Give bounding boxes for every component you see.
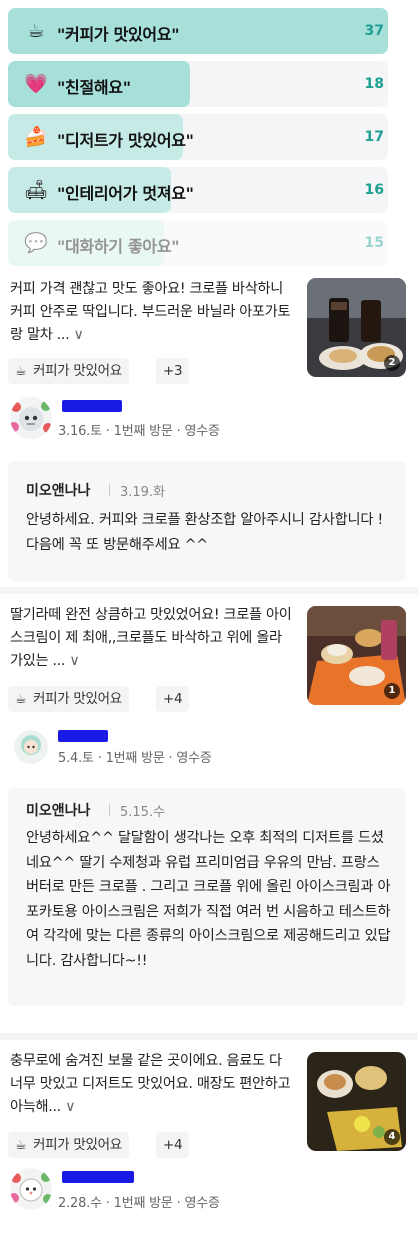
- owner-name: 미오앤나나: [26, 803, 91, 819]
- avatar[interactable]: [10, 397, 52, 439]
- keyword-more-chip[interactable]: +4: [156, 1132, 190, 1158]
- review-text[interactable]: 커피 가격 괜찮고 맛도 좋아요! 크로플 바삭하니 커피 안주로 딱입니다. …: [10, 278, 293, 347]
- review-photo[interactable]: 2: [307, 278, 406, 377]
- keyword-label: "친절해요": [57, 78, 131, 97]
- coffee-icon: ☕: [15, 692, 27, 707]
- review-meta: 5.4.토 · 1번째 방문 · 영수증: [58, 751, 212, 766]
- heart-icon: 💗: [24, 73, 48, 95]
- keyword-stats-list: ☕ "커피가 맛있어요" 37 💗 "친절해요" 18 🍰 "디저트가 맛있어요…: [8, 8, 388, 273]
- expand-chevron-icon[interactable]: ∨: [65, 1099, 75, 1115]
- keyword-label: "대화하기 좋아요": [57, 237, 180, 256]
- review-meta: 3.16.토 · 1번째 방문 · 영수증: [58, 424, 220, 439]
- keyword-more-chip[interactable]: +3: [156, 358, 190, 384]
- reply-text: 안녕하세요^^ 달달함이 생각나는 오후 최적의 디저트를 드셨네요^^ 딸기 …: [26, 830, 391, 969]
- keyword-more-chip[interactable]: +4: [156, 686, 190, 712]
- keyword-count: 17: [364, 129, 384, 145]
- avatar[interactable]: [10, 1168, 52, 1210]
- keyword-count: 18: [364, 76, 384, 92]
- avatar-image: [14, 730, 48, 764]
- review-item[interactable]: 딸기라떼 완전 상큼하고 맛있었어요! 크로플 아이스크림이 제 최애,,크로플…: [0, 594, 418, 1024]
- photo-count-badge: 1: [384, 683, 400, 699]
- review-text[interactable]: 딸기라떼 완전 상큼하고 맛있었어요! 크로플 아이스크림이 제 최애,,크로플…: [10, 604, 293, 673]
- reply-divider: [109, 804, 110, 816]
- keyword-label: "커피가 맛있어요": [57, 25, 180, 44]
- photo-count-badge: 2: [384, 355, 400, 371]
- keyword-chip[interactable]: ☕ 커피가 맛있어요: [8, 358, 129, 384]
- review-meta: 2.28.수 · 1번째 방문 · 영수증: [58, 1196, 220, 1211]
- review-photo[interactable]: 4: [307, 1052, 406, 1151]
- avatar-image: [10, 1168, 52, 1210]
- owner-name: 미오앤나나: [26, 483, 91, 499]
- photo-count-badge: 4: [384, 1129, 400, 1145]
- sofa-icon: 🛋: [24, 179, 49, 201]
- avatar-image: [10, 397, 52, 439]
- review-text[interactable]: 충무로에 숨겨진 보물 같은 곳이에요. 음료도 다 너무 맛있고 디저트도 맛…: [10, 1050, 293, 1119]
- avatar[interactable]: [14, 730, 48, 764]
- expand-chevron-icon[interactable]: ∨: [74, 327, 84, 343]
- keyword-bar-dessert: 🍰 "디저트가 맛있어요" 17: [8, 114, 388, 160]
- keyword-label: "인테리어가 멋져요": [57, 184, 194, 203]
- username-redacted: [62, 1171, 134, 1183]
- review-photo[interactable]: 1: [307, 606, 406, 705]
- username-redacted: [58, 730, 108, 742]
- cake-icon: 🍰: [24, 126, 48, 148]
- keyword-bar-kind: 💗 "친절해요" 18: [8, 61, 388, 107]
- keyword-bar-interior: 🛋 "인테리어가 멋져요" 16: [8, 167, 388, 213]
- review-item[interactable]: 커피 가격 괜찮고 맛도 좋아요! 크로플 바삭하니 커피 안주로 딱입니다. …: [0, 268, 418, 588]
- keyword-count: 16: [364, 182, 384, 198]
- owner-reply: 미오앤나나 3.19.화 안녕하세요. 커피와 크로플 환상조합 알아주시니 감…: [8, 461, 406, 581]
- review-item[interactable]: 충무로에 숨겨진 보물 같은 곳이에요. 음료도 다 너무 맛있고 디저트도 맛…: [0, 1040, 418, 1240]
- reply-date: 3.19.화: [120, 485, 166, 500]
- expand-chevron-icon[interactable]: ∨: [69, 653, 79, 669]
- keyword-chip[interactable]: ☕ 커피가 맛있어요: [8, 1132, 129, 1158]
- keyword-label: "디저트가 맛있어요": [57, 131, 194, 150]
- keyword-bar-coffee: ☕ "커피가 맛있어요" 37: [8, 8, 388, 54]
- reply-text: 안녕하세요. 커피와 크로플 환상조합 알아주시니 감사합니다 ! 다음에 꼭 …: [26, 512, 383, 553]
- username-redacted: [62, 400, 122, 412]
- chat-icon: 💬: [24, 232, 48, 254]
- section-divider: [0, 1033, 418, 1040]
- reply-date: 5.15.수: [120, 805, 166, 820]
- keyword-count: 15: [364, 235, 384, 251]
- keyword-bar-conversation: 💬 "대화하기 좋아요" 15: [8, 220, 388, 266]
- coffee-icon: ☕: [27, 20, 45, 42]
- coffee-icon: ☕: [15, 364, 27, 379]
- keyword-chip[interactable]: ☕ 커피가 맛있어요: [8, 686, 129, 712]
- keyword-count: 37: [364, 23, 384, 39]
- owner-reply: 미오앤나나 5.15.수 안녕하세요^^ 달달함이 생각나는 오후 최적의 디저…: [8, 788, 406, 1006]
- coffee-icon: ☕: [15, 1138, 27, 1153]
- reply-divider: [109, 484, 110, 496]
- section-divider: [0, 587, 418, 594]
